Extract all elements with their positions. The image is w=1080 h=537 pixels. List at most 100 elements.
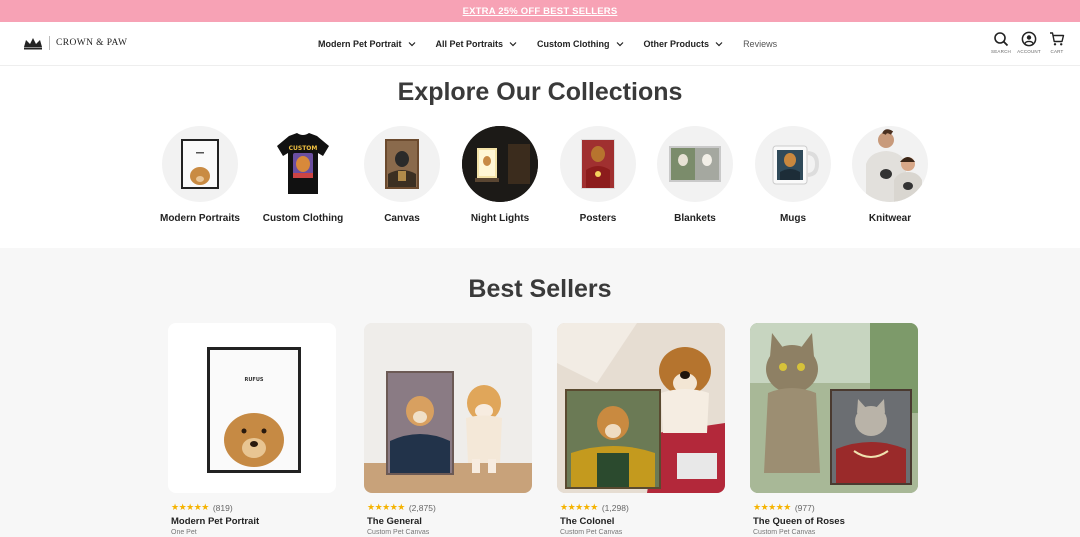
nav-label: Other Products: [643, 39, 710, 49]
site-header: CROWN & PAW Modern Pet Portrait All Pet …: [0, 22, 1080, 66]
collection-label: Blankets: [674, 213, 716, 224]
colonel-canvas-image: [557, 323, 725, 493]
search-label: SEARCH: [991, 49, 1011, 54]
product-rating: ★★★★★ (977): [753, 502, 918, 513]
promo-bar: EXTRA 25% OFF BEST SELLERS: [0, 0, 1080, 22]
collection-posters[interactable]: Posters: [548, 126, 648, 224]
poster-image: [581, 139, 615, 189]
collection-custom-clothing[interactable]: CUSTOM Custom Clothing: [253, 126, 353, 224]
cart-button[interactable]: CART: [1048, 31, 1066, 54]
frame-text: RUFUS: [245, 377, 264, 383]
product-image: RUFUS: [168, 323, 336, 493]
shirt-text: CUSTOM: [289, 145, 318, 152]
queen-canvas-image: [750, 323, 918, 493]
crown-icon: [24, 38, 42, 50]
mug-image: [772, 145, 820, 185]
star-rating-icon: ★★★★★: [367, 502, 405, 512]
collection-label: Mugs: [779, 213, 807, 224]
review-count: (2,875): [408, 502, 436, 513]
collection-thumbnail: [364, 126, 440, 202]
bestsellers-section: Best Sellers RUFUS ★★★★★ (819) Modern Pe…: [0, 248, 1080, 537]
search-button[interactable]: SEARCH: [991, 31, 1011, 54]
collection-knitwear[interactable]: Knitwear: [840, 126, 940, 224]
chevron-down-icon: [616, 42, 623, 47]
product-name: The Queen of Roses: [753, 516, 845, 527]
product-card-modern-pet-portrait[interactable]: RUFUS ★★★★★ (819) Modern Pet Portrait On…: [168, 323, 336, 536]
star-rating-icon: ★★★★★: [560, 502, 598, 512]
account-button[interactable]: ACCOUNT: [1017, 31, 1041, 54]
blanket-image: [669, 146, 721, 182]
collection-label: Knitwear: [868, 213, 912, 224]
nav-label: All Pet Portraits: [435, 39, 504, 49]
product-card-the-colonel[interactable]: ★★★★★ (1,298) The Colonel Custom Pet Can…: [557, 323, 725, 536]
collection-label: Canvas: [384, 213, 420, 224]
bestsellers-title: Best Sellers: [468, 275, 612, 303]
nav-label: Custom Clothing: [537, 39, 610, 49]
product-subtitle: Custom Pet Canvas: [560, 529, 623, 536]
collections-title: Explore Our Collections: [397, 78, 683, 106]
product-image: [364, 323, 532, 493]
night-light-image: [462, 126, 538, 202]
collection-thumbnail: [162, 126, 238, 202]
framed-portrait-image: RUFUS: [207, 347, 301, 473]
search-icon: [994, 32, 1009, 47]
product-rating: ★★★★★ (819): [171, 502, 336, 513]
product-name: Modern Pet Portrait: [171, 516, 260, 527]
chevron-down-icon: [715, 42, 723, 47]
nav-label: Reviews: [743, 39, 778, 49]
product-subtitle: Custom Pet Canvas: [753, 529, 816, 536]
product-name: The Colonel: [560, 516, 615, 527]
collections-section: Explore Our Collections Modern Portraits…: [0, 66, 1080, 248]
nav-item-other-products[interactable]: Other Products: [644, 39, 724, 49]
collection-canvas[interactable]: Canvas: [352, 126, 452, 224]
review-count: (1,298): [601, 502, 629, 513]
nav-item-modern-pet-portrait[interactable]: Modern Pet Portrait: [318, 39, 416, 49]
logo-divider: [49, 36, 50, 50]
nav-item-reviews[interactable]: Reviews: [743, 39, 777, 49]
collection-label: Night Lights: [470, 213, 530, 224]
framed-portrait-image: [181, 139, 219, 189]
collection-thumbnail: [560, 126, 636, 202]
collection-label: Modern Portraits: [159, 213, 240, 224]
cart-icon: [1050, 32, 1065, 46]
canvas-image: [385, 139, 419, 189]
knitwear-image: [866, 129, 922, 202]
chevron-down-icon: [408, 42, 415, 47]
collection-label: Posters: [579, 213, 617, 224]
collection-thumbnail: [755, 126, 831, 202]
collection-night-lights[interactable]: Night Lights: [450, 126, 550, 224]
header-tools: SEARCH ACCOUNT CART: [991, 31, 1066, 54]
account-label: ACCOUNT: [1017, 49, 1041, 54]
chevron-down-icon: [509, 42, 517, 47]
nav-item-custom-clothing[interactable]: Custom Clothing: [537, 39, 624, 49]
collection-thumbnail: [852, 126, 928, 202]
collection-mugs[interactable]: Mugs: [743, 126, 843, 224]
product-image: [750, 323, 918, 493]
product-subtitle: One Pet: [171, 529, 197, 536]
star-rating-icon: ★★★★★: [753, 502, 791, 512]
logo[interactable]: CROWN & PAW: [23, 36, 127, 50]
promo-link[interactable]: EXTRA 25% OFF BEST SELLERS: [463, 6, 618, 17]
nav-label: Modern Pet Portrait: [318, 39, 402, 49]
product-subtitle: Custom Pet Canvas: [367, 529, 430, 536]
general-canvas-image: [364, 323, 532, 493]
product-rating: ★★★★★ (1,298): [560, 502, 725, 513]
star-rating-icon: ★★★★★: [171, 502, 209, 512]
review-count: (819): [212, 502, 233, 513]
tshirt-image: CUSTOM: [277, 133, 329, 194]
cart-label: CART: [1050, 49, 1064, 54]
product-card-the-general[interactable]: ★★★★★ (2,875) The General Custom Pet Can…: [364, 323, 532, 536]
brand-name: CROWN & PAW: [56, 38, 128, 48]
product-image: [557, 323, 725, 493]
collection-blankets[interactable]: Blankets: [645, 126, 745, 224]
review-count: (977): [794, 502, 815, 513]
account-icon: [1021, 31, 1037, 47]
collection-thumbnail: [657, 126, 733, 202]
main-nav: Modern Pet Portrait All Pet Portraits Cu…: [318, 22, 777, 66]
collection-thumbnail: CUSTOM: [265, 126, 341, 202]
product-card-the-queen-of-roses[interactable]: ★★★★★ (977) The Queen of Roses Custom Pe…: [750, 323, 918, 536]
product-name: The General: [367, 516, 422, 527]
nav-item-all-pet-portraits[interactable]: All Pet Portraits: [436, 39, 518, 49]
collection-label: Custom Clothing: [262, 213, 344, 224]
collection-modern-portraits[interactable]: Modern Portraits: [150, 126, 250, 224]
